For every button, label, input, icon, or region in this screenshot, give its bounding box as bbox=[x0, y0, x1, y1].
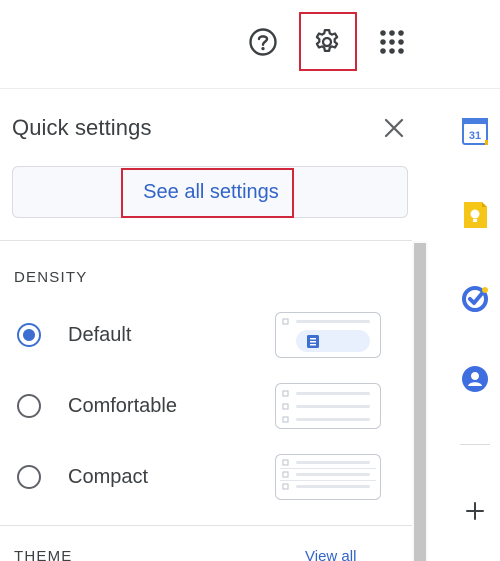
see-all-settings-label: See all settings bbox=[143, 181, 279, 203]
side-panel-divider bbox=[460, 444, 490, 445]
density-option-default[interactable]: Default bbox=[0, 305, 412, 365]
comfortable-density-preview bbox=[275, 383, 381, 429]
option-label-comfortable: Comfortable bbox=[68, 395, 177, 417]
radio-comfortable[interactable] bbox=[17, 394, 41, 418]
view-all-themes-link[interactable]: View all bbox=[305, 548, 356, 561]
compact-density-preview bbox=[275, 454, 381, 500]
top-bar bbox=[0, 0, 500, 88]
option-label-compact: Compact bbox=[68, 466, 149, 488]
theme-heading: THEME bbox=[14, 548, 73, 561]
density-heading: DENSITY bbox=[14, 269, 88, 286]
radio-selected-dot bbox=[23, 329, 35, 341]
calendar-icon: 31 bbox=[462, 118, 488, 145]
scrollbar-thumb[interactable] bbox=[414, 243, 426, 561]
close-button[interactable] bbox=[376, 110, 412, 146]
contacts-icon bbox=[462, 366, 488, 392]
side-panel bbox=[428, 89, 500, 561]
plus-icon bbox=[466, 502, 484, 520]
theme-divider bbox=[0, 525, 412, 526]
settings-button[interactable] bbox=[303, 18, 351, 66]
keep-icon bbox=[464, 202, 487, 228]
density-option-compact[interactable]: Compact bbox=[0, 447, 412, 507]
help-circle-icon bbox=[249, 28, 277, 56]
default-preview-illustration bbox=[282, 318, 370, 352]
option-label-default: Default bbox=[68, 324, 132, 346]
compact-preview-illustration bbox=[280, 459, 376, 490]
keep-button[interactable] bbox=[458, 198, 492, 232]
calendar-button[interactable]: 31 bbox=[458, 114, 492, 148]
panel-title: Quick settings bbox=[12, 115, 152, 140]
add-addon-button[interactable] bbox=[458, 494, 492, 528]
tasks-icon bbox=[462, 286, 488, 312]
see-all-settings-button[interactable]: See all settings bbox=[12, 166, 408, 218]
comfortable-preview-illustration bbox=[282, 390, 370, 423]
gear-icon bbox=[315, 29, 339, 52]
contacts-button[interactable] bbox=[458, 362, 492, 396]
apps-grid-icon bbox=[380, 30, 404, 54]
density-option-comfortable[interactable]: Comfortable bbox=[0, 376, 412, 436]
section-divider bbox=[0, 240, 412, 241]
calendar-icon-label: 31 bbox=[469, 130, 481, 142]
default-density-preview bbox=[275, 312, 381, 358]
radio-default[interactable] bbox=[17, 323, 41, 347]
apps-button[interactable] bbox=[368, 18, 416, 66]
radio-compact[interactable] bbox=[17, 465, 41, 489]
help-button[interactable] bbox=[239, 18, 287, 66]
tasks-button[interactable] bbox=[458, 282, 492, 316]
close-icon bbox=[384, 118, 404, 138]
